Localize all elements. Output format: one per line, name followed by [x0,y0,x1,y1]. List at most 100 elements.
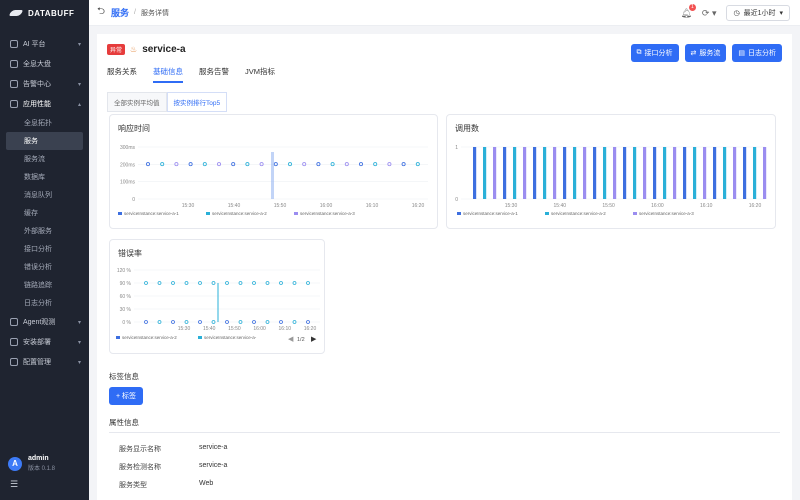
bar [473,147,477,199]
legend-label: serviceInstance:service-a-3 [300,211,355,216]
log-analysis-button[interactable]: ▤ 日志分析 [732,44,782,62]
bar [633,147,637,199]
bar [483,147,487,199]
sidebar-item-install[interactable]: 安装部署 ▾ [0,332,89,352]
notification-icon[interactable]: 🔔︎ 1 [680,3,696,19]
sidebar-item-agent[interactable]: Agent观测 ▾ [0,312,89,332]
call-count-chart[interactable]: 1 0 15:30 15:40 15:50 16:00 16:10 16:20 serviceI… [447,115,777,230]
log-icon: ▤ [738,50,745,57]
clock-icon: ◷ [733,10,740,17]
api-analysis-button[interactable]: ⧉ 接口分析 [630,44,679,62]
breadcrumb-separator: / [134,9,136,16]
x-tick-label: 15:50 [274,203,287,209]
legend-label: serviceInstance:service-a-1 [124,211,179,216]
sidebar-item-apm[interactable]: 应用性能 ▴ [0,94,89,114]
logo-icon [10,8,24,18]
sidebar-item-config[interactable]: 配置管理 ▾ [0,352,89,372]
breadcrumb-detail: 服务详情 [140,9,169,17]
property-key: 服务类型 [119,482,147,489]
y-tick-label: 1 [455,145,458,151]
sidebar-sub-database[interactable]: 数据库 [0,168,89,186]
button-label: 日志分析 [748,50,776,57]
sidebar-sub-services[interactable]: 服务 [6,132,83,150]
legend-swatch [457,212,461,215]
tab-alerts[interactable]: 服务告警 [199,66,229,83]
subtab-top5[interactable]: 按实例排行Top5 [166,92,228,112]
x-tick-label: 15:30 [178,326,191,332]
status-badge: 异常 [107,44,126,55]
subtab-average[interactable]: 全部实例平均值 [107,92,167,112]
legend-page: 1/2 [297,337,305,343]
legend-swatch [294,212,298,215]
property-value: service-a [199,444,228,451]
legend-label: serviceInstance:service-a-2 [551,211,606,216]
legend-label: serviceInstance:service-a-3 [639,211,694,216]
chevron-down-icon: ▾ [77,81,81,88]
config-icon [10,358,18,366]
y-tick-label: 0 [132,197,135,203]
y-tick-label: 60 % [120,294,132,300]
bar [713,147,717,199]
chevron-down-icon: ▾ [77,359,81,366]
error-rate-chart[interactable]: 120 % 90 % 60 % 30 % 0 % 15:30 15:40 15:50 16:00… [110,240,326,355]
sidebar-item-dashboard[interactable]: 全息大盘 [0,54,89,74]
bar [743,147,747,199]
sidebar-item-label: 应用性能 [23,101,51,108]
sidebar-item-label: Agent观测 [23,319,56,326]
properties-title: 属性信息 [109,418,139,427]
refresh-icon[interactable]: ⟳ ▾ [702,8,717,19]
service-flow-button[interactable]: ⇄ 服务流 [684,44,727,62]
breadcrumb-services[interactable]: 服务 [111,6,129,19]
sidebar-sub-topology[interactable]: 全息拓扑 [0,114,89,132]
time-range-value: 最近1小时 [743,10,776,17]
notification-badge: 1 [688,3,696,11]
chevron-down-icon: ▾ [779,10,783,17]
bar [503,147,507,199]
bar [523,147,527,199]
x-tick-label: 16:00 [253,326,266,332]
sidebar-sub-service-flow[interactable]: 服务流 [0,150,89,168]
add-tag-button[interactable]: + 标签 [109,387,144,405]
sidebar-sub-logs[interactable]: 日志分析 [0,294,89,312]
logo[interactable]: DATABUFF [0,0,89,26]
user-profile[interactable]: A admin 版本 0.1.8 [8,455,55,472]
sidebar-sub-external[interactable]: 外部服务 [0,222,89,240]
sidebar-item-label: 安装部署 [23,339,51,346]
x-tick-label: 15:40 [228,203,241,209]
bar [733,147,737,199]
y-tick-label: 100ms [120,180,136,186]
topbar: ⮌ 服务 / 服务详情 🔔︎ 1 ⟳ ▾ ◷ 最近1小时 ▾ [89,0,800,26]
chevron-down-icon: ▾ [77,339,81,346]
tags-title: 标签信息 [109,372,139,381]
chevron-down-icon: ▾ [77,319,81,326]
legend-swatch [545,212,549,215]
sidebar-nav: AI 平台 ▾ 全息大盘 告警中心 ▾ 应用性能 ▴ 全息拓扑 服务 服务流 数据库 … [0,34,89,372]
legend-label: serviceInstance:service-a-2 [122,335,177,340]
bar [693,147,697,199]
instance-mode-tabs: 全部实例平均值 按实例排行Top5 [107,92,228,112]
time-range-select[interactable]: ◷ 最近1小时 ▾ [726,5,790,21]
x-tick-label: 15:50 [228,326,241,332]
java-icon: ♨ [130,45,138,54]
brand-name: DATABUFF [28,8,75,18]
response-time-chart[interactable]: 300ms 200ms 100ms 0 15:30 15:40 15:50 16:00 16:1… [110,115,439,230]
back-icon[interactable]: ⮌ [97,4,105,21]
sidebar-sub-api[interactable]: 接口分析 [0,240,89,258]
tab-relations[interactable]: 服务关系 [107,66,137,83]
sidebar-sub-trace[interactable]: 链路追踪 [0,276,89,294]
x-tick-label: 16:20 [304,326,317,332]
bar [563,147,567,199]
sidebar-item-ai[interactable]: AI 平台 ▾ [0,34,89,54]
button-label: 接口分析 [644,50,673,57]
collapse-menu-icon[interactable]: ☰ [10,479,18,490]
bar [583,147,587,199]
sidebar-sub-cache[interactable]: 缓存 [0,204,89,222]
sidebar-sub-errors[interactable]: 错误分析 [0,258,89,276]
sidebar-sub-mq[interactable]: 消息队列 [0,186,89,204]
sidebar-item-alerts[interactable]: 告警中心 ▾ [0,74,89,94]
x-tick-label: 15:40 [554,203,567,209]
y-tick-label: 90 % [120,281,132,287]
sidebar: DATABUFF AI 平台 ▾ 全息大盘 告警中心 ▾ 应用性能 ▴ 全息拓扑 服务… [0,0,89,500]
tab-jvm[interactable]: JVM指标 [245,66,275,83]
tab-basic-info[interactable]: 基础信息 [153,66,183,83]
